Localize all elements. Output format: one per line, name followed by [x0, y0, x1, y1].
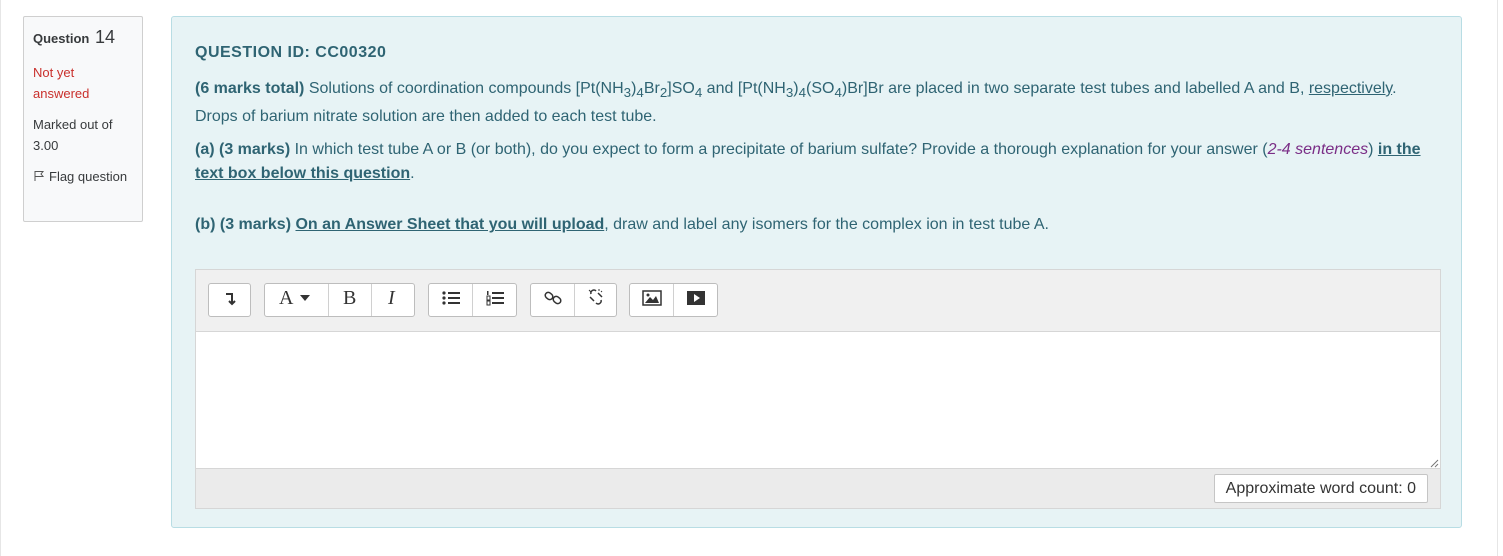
- flag-icon: [33, 167, 45, 181]
- font-style-button[interactable]: A: [265, 284, 328, 316]
- question-id: QUESTION ID: CC00320: [195, 44, 387, 61]
- question-part-b: (b) (3 marks) On an Answer Sheet that yo…: [195, 213, 1435, 237]
- answer-text-area[interactable]: [195, 332, 1441, 468]
- question-text: QUESTION ID: CC00320 (6 marks total) Sol…: [195, 41, 1435, 246]
- media-button[interactable]: [673, 284, 717, 316]
- toolbar-group-format: A B I: [264, 283, 415, 317]
- flag-question-link[interactable]: Flag question: [33, 166, 133, 187]
- intro-text: )Br]Br are placed in two separate test t…: [841, 80, 1309, 97]
- intro-sub: 4: [834, 85, 842, 101]
- flag-question-label: Flag question: [49, 169, 128, 184]
- svg-text:I: I: [387, 287, 396, 307]
- question-intro: (6 marks total) Solutions of coordinatio…: [195, 77, 1435, 129]
- font-style-icon: A: [278, 287, 316, 313]
- link-button[interactable]: [531, 284, 574, 316]
- question-part-a: (a) (3 marks) In which test tube A or B …: [195, 138, 1435, 186]
- link-icon: [543, 289, 562, 312]
- question-content-panel: QUESTION ID: CC00320 (6 marks total) Sol…: [171, 16, 1462, 528]
- intro-text: ]SO: [667, 80, 695, 97]
- intro-underlined: respectively: [1308, 80, 1393, 97]
- intro-sub: 3: [623, 85, 632, 101]
- unlink-button[interactable]: [574, 284, 616, 316]
- svg-text:B: B: [343, 287, 356, 307]
- editor-footer: Approximate word count: 0: [195, 468, 1441, 509]
- part-b-marks: (b) (3 marks): [195, 216, 292, 234]
- part-a-text: In which test tube A or B (or both), do …: [290, 141, 1268, 159]
- question-label: Question: [33, 31, 90, 46]
- ordered-list-icon: [486, 289, 504, 312]
- intro-marks: (6 marks total): [195, 80, 305, 97]
- unordered-list-icon: [441, 289, 460, 312]
- image-button[interactable]: [630, 284, 673, 316]
- intro-sub: 4: [798, 85, 806, 101]
- word-count: Approximate word count: 0: [1213, 474, 1428, 503]
- toolbar-group-toggle: [208, 283, 251, 317]
- part-a-marks: (a) (3 marks): [195, 141, 291, 159]
- toolbar-toggle-button[interactable]: [209, 284, 250, 316]
- intro-text: Solutions of coordination compounds [Pt(…: [304, 80, 624, 97]
- italic-button[interactable]: I: [371, 284, 414, 316]
- image-icon: [641, 289, 662, 312]
- svg-text:A: A: [279, 287, 294, 307]
- part-a-text: ): [1368, 141, 1378, 159]
- question-grade: Marked out of 3.00: [33, 117, 113, 153]
- question-state: Not yet answered: [33, 65, 90, 101]
- media-icon: [686, 289, 706, 312]
- editor-toolbar: A B I: [195, 269, 1441, 332]
- question-info-panel: Question 14 Not yet answered Marked out …: [23, 16, 143, 222]
- left-border: [0, 0, 1, 556]
- toolbar-toggle-icon: [224, 289, 236, 312]
- intro-text: (SO: [806, 80, 835, 97]
- bold-button[interactable]: B: [328, 284, 371, 316]
- intro-sub: 4: [636, 85, 644, 101]
- intro-text: Br: [643, 80, 660, 97]
- part-b-text: , draw and label any isomers for the com…: [604, 216, 1049, 234]
- ordered-list-button[interactable]: [472, 284, 516, 316]
- toolbar-group-lists: [428, 283, 517, 317]
- question-number: 14: [94, 27, 115, 47]
- part-a-text: .: [410, 165, 415, 183]
- right-border: [1497, 0, 1498, 556]
- answer-editor: A B I Approximate word count: 0: [195, 269, 1441, 509]
- part-a-sentences: 2-4 sentences: [1267, 141, 1369, 159]
- resize-handle-icon[interactable]: [1429, 455, 1439, 468]
- part-b-emphasis: On an Answer Sheet that you will upload: [295, 216, 605, 234]
- question-number-heading: Question 14: [33, 27, 133, 48]
- unlink-icon: [587, 288, 605, 312]
- intro-text: and [Pt(NH: [702, 80, 786, 97]
- toolbar-group-media: [629, 283, 718, 317]
- bold-icon: B: [342, 287, 358, 313]
- unordered-list-button[interactable]: [429, 284, 472, 316]
- toolbar-group-links: [530, 283, 617, 317]
- italic-icon: I: [386, 287, 400, 313]
